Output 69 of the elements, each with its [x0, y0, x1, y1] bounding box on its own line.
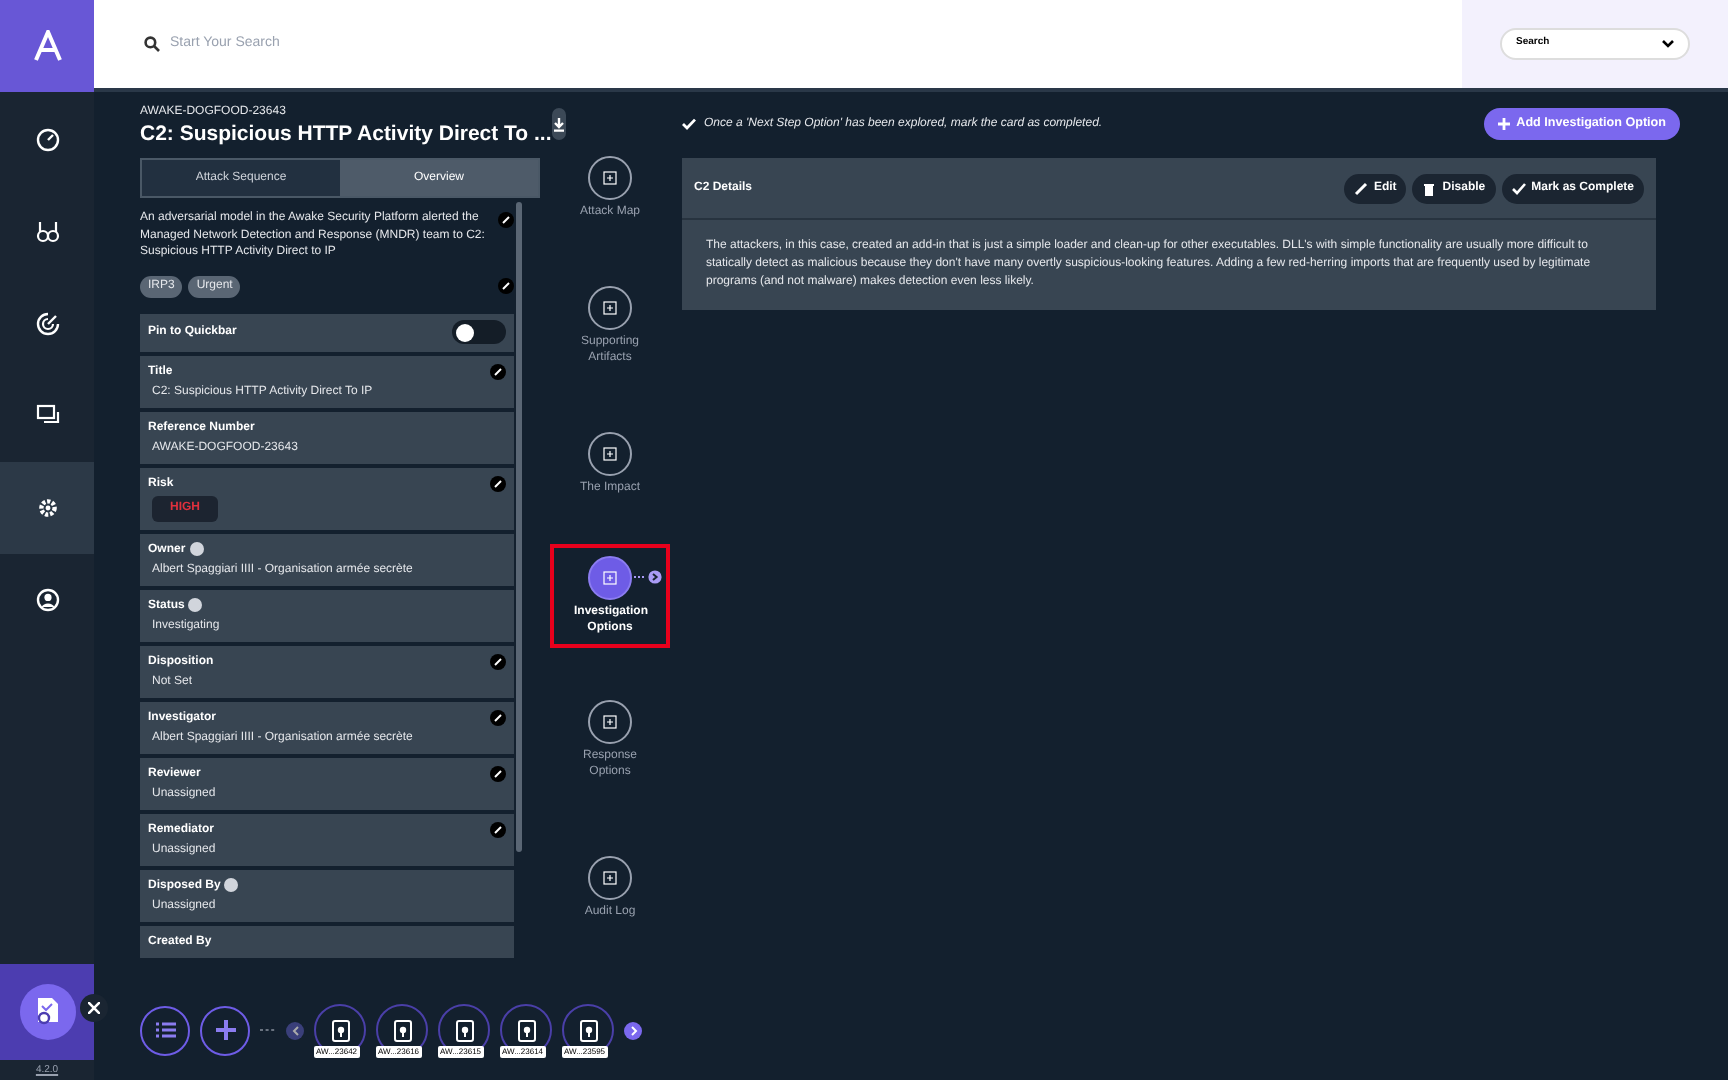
pencil-icon — [494, 769, 502, 777]
pin-toggle[interactable] — [452, 320, 506, 344]
edit-button[interactable] — [490, 653, 506, 669]
pencil-icon — [502, 216, 510, 224]
case-file-icon — [393, 1019, 411, 1041]
list-icon — [155, 1022, 175, 1038]
user-icon — [35, 588, 59, 612]
square-plus-icon — [598, 296, 622, 320]
pencil-icon — [494, 479, 502, 487]
square-plus-icon — [598, 166, 622, 190]
trash-icon — [1422, 181, 1437, 195]
pencil-icon — [494, 713, 502, 721]
add-button[interactable] — [200, 1005, 250, 1055]
step-button[interactable] — [588, 286, 632, 330]
chevron-down-icon — [1662, 40, 1674, 48]
chevron-left-icon — [291, 1025, 299, 1035]
edit-button[interactable] — [490, 363, 506, 379]
square-plus-icon — [598, 866, 622, 890]
gauge-icon — [35, 128, 59, 152]
radar-icon — [35, 312, 59, 336]
download-icon — [551, 117, 566, 131]
next-button[interactable] — [624, 1021, 642, 1039]
case-title: C2: Suspicious HTTP Activity Direct To ... — [140, 120, 552, 148]
plus-icon — [1498, 118, 1511, 130]
case-file-icon — [455, 1019, 473, 1041]
pencil-icon — [494, 367, 502, 375]
pencil-icon — [494, 657, 502, 665]
step-button[interactable] — [588, 700, 632, 744]
edit-button[interactable] — [490, 475, 506, 491]
info-icon — [224, 878, 239, 892]
case-file-icon — [517, 1019, 535, 1041]
info-icon — [189, 542, 204, 556]
scrollbar[interactable] — [516, 202, 522, 852]
pencil-icon — [494, 825, 502, 833]
search-icon — [144, 36, 160, 52]
step-button[interactable] — [588, 556, 632, 600]
square-plus-icon — [598, 442, 622, 466]
square-plus-icon — [598, 710, 622, 734]
edit-button[interactable] — [490, 709, 506, 725]
step-button[interactable] — [588, 856, 632, 900]
logo-tile[interactable] — [0, 0, 94, 92]
chevron-right-icon — [629, 1025, 637, 1035]
next-arrow-icon — [634, 570, 662, 584]
info-icon — [188, 598, 203, 612]
binoculars-icon — [35, 220, 59, 244]
close-button[interactable] — [80, 994, 108, 1022]
square-plus-icon — [598, 566, 622, 590]
pencil-icon — [1353, 181, 1368, 195]
step-button[interactable] — [588, 432, 632, 476]
case-file-icon — [579, 1019, 597, 1041]
edit-button[interactable] — [498, 278, 514, 294]
close-icon — [88, 1002, 100, 1014]
edit-button[interactable] — [490, 821, 506, 837]
checkmark-icon — [1511, 181, 1526, 195]
list-button[interactable] — [140, 1005, 190, 1055]
download-button[interactable] — [551, 108, 566, 140]
step-button[interactable] — [588, 156, 632, 200]
settings-icon — [35, 496, 59, 520]
edit-button[interactable] — [498, 212, 514, 228]
case-file-icon — [331, 1019, 349, 1041]
chat-icon — [35, 404, 59, 428]
pencil-icon — [502, 282, 510, 290]
logo-icon — [33, 30, 61, 62]
checkmark-icon — [682, 118, 696, 130]
plus-icon — [215, 1020, 235, 1040]
edit-button[interactable] — [490, 765, 506, 781]
document-search-icon — [33, 996, 61, 1028]
case-tool-tile[interactable] — [0, 964, 94, 1060]
previous-button[interactable] — [286, 1021, 304, 1039]
